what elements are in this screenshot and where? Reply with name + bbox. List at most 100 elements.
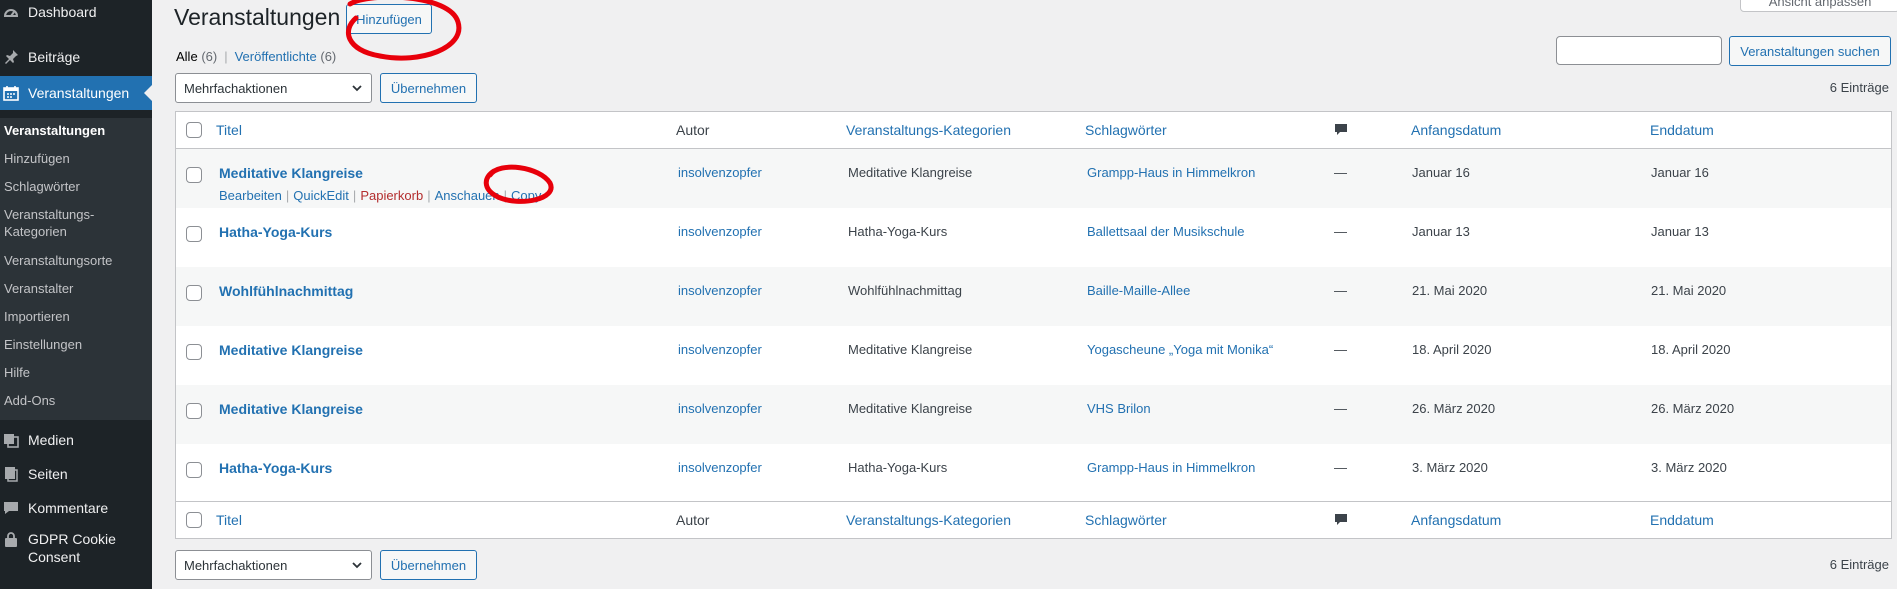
author-link[interactable]: insolvenzopfer [678, 164, 762, 182]
menu-posts[interactable]: Beiträge [0, 45, 152, 69]
category-cell: Meditative Klangreise [848, 342, 973, 357]
select-all-checkbox[interactable] [186, 122, 202, 138]
search-input[interactable] [1556, 36, 1722, 65]
row-checkbox[interactable] [186, 226, 202, 242]
filter-published-link[interactable]: Veröffentlichte (6) [235, 49, 337, 64]
menu-media[interactable]: Medien [0, 428, 152, 452]
page-title: Veranstaltungen [174, 4, 341, 30]
row-checkbox[interactable] [186, 285, 202, 301]
author-link[interactable]: insolvenzopfer [678, 223, 762, 241]
column-title-footer[interactable]: Titel [216, 502, 242, 538]
dashboard-icon [2, 3, 20, 21]
event-title-link[interactable]: Hatha-Yoga-Kurs [219, 223, 332, 241]
submenu-import[interactable]: Importieren [4, 308, 144, 325]
column-tags-header[interactable]: Schlagwörter [1085, 112, 1167, 148]
comments-column-footer-icon [1334, 502, 1348, 538]
calendar-icon [2, 84, 20, 102]
select-all-checkbox-footer[interactable] [186, 512, 202, 528]
author-link[interactable]: insolvenzopfer [678, 282, 762, 300]
tag-link[interactable]: Grampp-Haus in Himmelkron [1087, 164, 1255, 182]
table-row: Meditative Klangreise insolvenzopfer Med… [176, 149, 1891, 208]
menu-label: Beiträge [28, 49, 81, 65]
screen-options-button[interactable]: Ansicht anpassen [1740, 0, 1897, 12]
items-count-top: 6 Einträge [1829, 80, 1889, 95]
event-title-link[interactable]: Meditative Klangreise [219, 164, 363, 182]
category-cell: Hatha-Yoga-Kurs [848, 224, 948, 239]
submenu-categories[interactable]: Veranstaltungs-Kategorien [4, 206, 104, 240]
submenu-venues[interactable]: Veranstaltungsorte [4, 252, 144, 269]
tag-link[interactable]: Grampp-Haus in Himmelkron [1087, 459, 1255, 477]
column-start-date-header[interactable]: Anfangsdatum [1411, 112, 1501, 148]
view-link[interactable]: Anschauen [435, 188, 500, 203]
search-button[interactable]: Veranstaltungen suchen [1729, 36, 1891, 66]
comments-cell: — [1334, 342, 1347, 357]
submenu-add-new[interactable]: Hinzufügen [4, 150, 144, 167]
author-link[interactable]: insolvenzopfer [678, 459, 762, 477]
menu-pages[interactable]: Seiten [0, 462, 152, 486]
table-row: Wohlfühlnachmittag insolvenzopfer Wohlfü… [176, 267, 1891, 326]
apply-button-bottom[interactable]: Übernehmen [380, 550, 477, 580]
column-title-header[interactable]: Titel [216, 112, 242, 148]
copy-link[interactable]: Copy [511, 188, 541, 203]
events-table: Titel Autor Veranstaltungs-Kategorien Sc… [175, 111, 1892, 539]
items-count-bottom: 6 Einträge [1829, 557, 1889, 572]
menu-gdpr-cookie-consent[interactable]: GDPR Cookie Consent [0, 530, 152, 570]
column-categories-footer[interactable]: Veranstaltungs-Kategorien [846, 502, 1011, 538]
event-title-link[interactable]: Meditative Klangreise [219, 341, 363, 359]
bulk-actions-value: Mehrfachaktionen [184, 80, 288, 96]
filter-published-label: Veröffentlichte [234, 49, 317, 64]
bulk-actions-select-bottom[interactable]: Mehrfachaktionen [175, 550, 372, 580]
column-end-date-header[interactable]: Enddatum [1650, 112, 1714, 148]
column-categories-header[interactable]: Veranstaltungs-Kategorien [846, 112, 1011, 148]
table-footer: Titel Autor Veranstaltungs-Kategorien Sc… [176, 501, 1891, 538]
category-cell: Meditative Klangreise [848, 165, 973, 180]
menu-comments[interactable]: Kommentare [0, 496, 152, 520]
table-row: Meditative Klangreise insolvenzopfer Med… [176, 385, 1891, 444]
comments-cell: — [1334, 460, 1347, 475]
author-link[interactable]: insolvenzopfer [678, 400, 762, 418]
menu-dashboard[interactable]: Dashboard [0, 0, 152, 24]
menu-label: Dashboard [28, 4, 97, 20]
add-new-button[interactable]: Hinzufügen [346, 4, 432, 34]
event-title-link[interactable]: Meditative Klangreise [219, 400, 363, 418]
tag-link[interactable]: Ballettsaal der Musikschule [1087, 223, 1245, 241]
submenu-help[interactable]: Hilfe [4, 364, 144, 381]
column-end-date-footer[interactable]: Enddatum [1650, 502, 1714, 538]
row-checkbox[interactable] [186, 462, 202, 478]
column-tags-footer[interactable]: Schlagwörter [1085, 502, 1167, 538]
column-start-date-footer[interactable]: Anfangsdatum [1411, 502, 1501, 538]
submenu-organizers[interactable]: Veranstalter [4, 280, 144, 297]
admin-sidebar: Dashboard Beiträge Veranstaltungen Veran… [0, 0, 152, 589]
end-date-cell: 18. April 2020 [1651, 342, 1731, 357]
quickedit-link[interactable]: QuickEdit [293, 188, 349, 203]
comments-cell: — [1334, 224, 1347, 239]
menu-label: Veranstaltungen [28, 85, 130, 101]
submenu-events[interactable]: Veranstaltungen [4, 122, 144, 139]
tag-link[interactable]: Yogascheune „Yoga mit Monika“ [1087, 341, 1273, 359]
apply-button-top[interactable]: Übernehmen [380, 73, 477, 103]
submenu-settings[interactable]: Einstellungen [4, 336, 144, 353]
event-title-link[interactable]: Hatha-Yoga-Kurs [219, 459, 332, 477]
filter-all-link[interactable]: Alle (6) [176, 49, 217, 64]
menu-events[interactable]: Veranstaltungen [0, 76, 152, 110]
row-checkbox[interactable] [186, 167, 202, 183]
main-content: Veranstaltungen Hinzufügen Ansicht anpas… [152, 0, 1897, 589]
table-header: Titel Autor Veranstaltungs-Kategorien Sc… [176, 112, 1891, 149]
chevron-down-icon [351, 559, 363, 574]
trash-link[interactable]: Papierkorb [360, 188, 423, 203]
author-link[interactable]: insolvenzopfer [678, 341, 762, 359]
row-checkbox[interactable] [186, 344, 202, 360]
row-checkbox[interactable] [186, 403, 202, 419]
bulk-actions-select-top[interactable]: Mehrfachaktionen [175, 73, 372, 103]
tag-link[interactable]: Baille-Maille-Allee [1087, 282, 1190, 300]
pages-icon [2, 465, 20, 483]
submenu-tags[interactable]: Schlagwörter [4, 178, 144, 195]
table-row: Meditative Klangreise insolvenzopfer Med… [176, 326, 1891, 385]
edit-link[interactable]: Bearbeiten [219, 188, 282, 203]
end-date-cell: 21. Mai 2020 [1651, 283, 1727, 298]
tag-link[interactable]: VHS Brilon [1087, 400, 1151, 418]
submenu-addons[interactable]: Add-Ons [4, 392, 144, 409]
event-title-link[interactable]: Wohlfühlnachmittag [219, 282, 353, 300]
lock-icon [2, 530, 20, 548]
menu-label: Medien [28, 432, 74, 448]
